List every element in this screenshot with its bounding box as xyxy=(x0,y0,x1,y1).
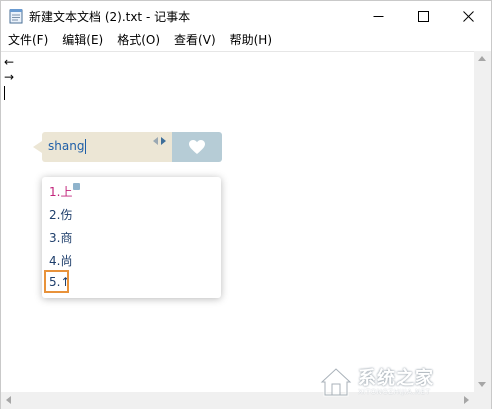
ime-pointer xyxy=(33,141,42,153)
candidate-3[interactable]: 3.商 xyxy=(49,229,72,246)
heart-icon xyxy=(189,140,205,154)
title-bar[interactable]: 新建文本文档 (2).txt - 记事本 xyxy=(1,1,491,31)
menu-help[interactable]: 帮助(H) xyxy=(223,31,279,51)
menu-file[interactable]: 文件(F) xyxy=(1,31,55,51)
editor-line-2: → xyxy=(4,70,15,84)
ime-candidate-list: 1.上 2.伤 3.商 4.尚 5.↑ xyxy=(42,177,221,298)
vertical-scrollbar[interactable] xyxy=(474,51,491,392)
text-caret xyxy=(4,86,5,100)
ime-composition-text: shang xyxy=(48,139,85,153)
watermark-subtext: XITONGZHIJIA.NET xyxy=(358,388,431,396)
candidate-expand-icon[interactable] xyxy=(73,183,80,190)
close-icon xyxy=(463,10,474,22)
editor-line-1: ← xyxy=(4,55,15,69)
menu-bar: 文件(F) 编辑(E) 格式(O) 查看(V) 帮助(H) xyxy=(1,31,491,51)
minimize-button[interactable] xyxy=(356,1,401,31)
ime-caret xyxy=(85,139,86,154)
scroll-up-icon[interactable] xyxy=(478,56,486,61)
page-right-icon[interactable] xyxy=(161,137,166,145)
ime-logo-button[interactable] xyxy=(172,132,222,162)
candidate-1[interactable]: 1.上 xyxy=(49,183,72,200)
candidate-4[interactable]: 4.尚 xyxy=(49,252,72,269)
house-logo-icon xyxy=(318,366,354,397)
window-title: 新建文本文档 (2).txt - 记事本 xyxy=(29,10,191,24)
candidate-highlight-box xyxy=(44,270,69,293)
menu-format[interactable]: 格式(O) xyxy=(110,31,167,51)
page-left-icon[interactable] xyxy=(153,137,158,145)
watermark-text: 系统之家 xyxy=(358,368,434,389)
watermark: 系统之家 XITONGZHIJIA.NET xyxy=(318,362,486,402)
menu-edit[interactable]: 编辑(E) xyxy=(55,31,110,51)
close-button[interactable] xyxy=(446,1,491,31)
ime-composition-bar: shang xyxy=(42,132,222,162)
menu-view[interactable]: 查看(V) xyxy=(167,31,223,51)
minimize-icon xyxy=(373,15,384,17)
notepad-icon xyxy=(9,9,23,24)
ime-input-area[interactable]: shang xyxy=(42,132,172,162)
scroll-left-icon[interactable] xyxy=(6,396,11,404)
maximize-button[interactable] xyxy=(401,1,446,31)
candidate-2[interactable]: 2.伤 xyxy=(49,206,72,223)
maximize-icon xyxy=(418,10,429,22)
